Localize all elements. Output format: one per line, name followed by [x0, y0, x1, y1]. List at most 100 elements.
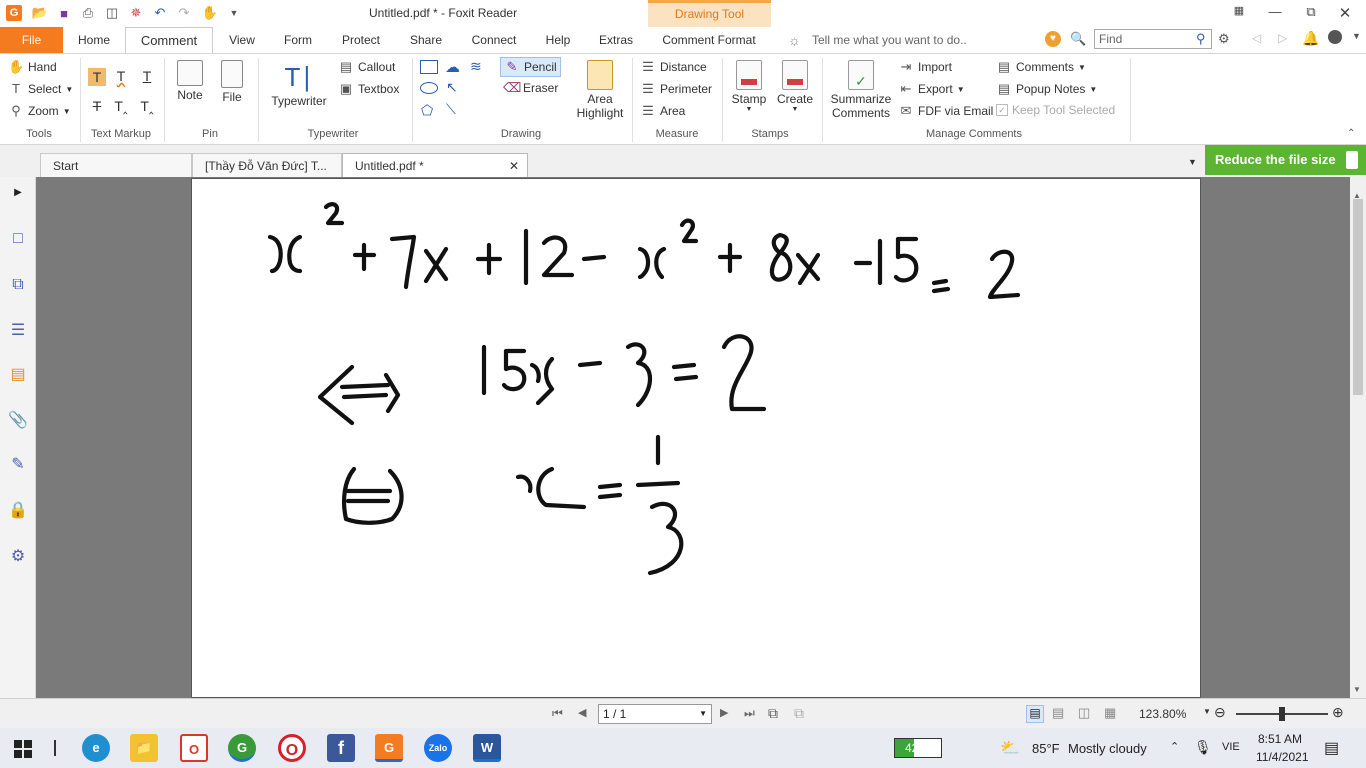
insert-text-icon[interactable]: T‸	[138, 98, 156, 116]
polyline-icon[interactable]: ≋	[470, 58, 482, 75]
pencil-button[interactable]: ✎ Pencil	[500, 57, 561, 77]
next-page-icon[interactable]: ▶	[720, 706, 728, 719]
pages-icon[interactable]: ⧉	[8, 275, 28, 295]
highlight-text-icon[interactable]: T	[88, 68, 106, 86]
tab-file[interactable]: File	[0, 27, 63, 53]
opera-icon[interactable]: O	[278, 734, 306, 762]
signature-icon[interactable]: ✎	[8, 455, 28, 475]
scrollbar-thumb[interactable]	[1353, 199, 1363, 395]
export-button[interactable]: ⇤ Export ▼	[898, 81, 965, 97]
zoom-out-icon[interactable]: ⊖	[1214, 704, 1226, 721]
user-dropdown-icon[interactable]: ▼	[1352, 31, 1361, 41]
task-view-icon[interactable]	[54, 740, 56, 756]
facing-view-icon[interactable]: ◫	[1078, 705, 1090, 721]
action-center-icon[interactable]: ▤	[1324, 738, 1339, 758]
restore-button[interactable]: ⧉	[1300, 4, 1322, 22]
office-icon[interactable]: O	[180, 734, 208, 762]
create-stamp-button[interactable]: Create ▼	[774, 60, 816, 113]
replace-text-icon[interactable]: T‸	[112, 98, 130, 116]
scan-icon[interactable]: ◫	[104, 5, 120, 21]
vertical-scrollbar[interactable]: ▲ ▼	[1350, 177, 1366, 698]
edge-browser-icon[interactable]: e	[82, 734, 110, 762]
close-tab-icon[interactable]: ✕	[509, 159, 519, 173]
zalo-icon[interactable]: Zalo	[424, 734, 452, 762]
file-explorer-icon[interactable]: 📁	[130, 734, 158, 762]
tab-comment[interactable]: Comment	[125, 27, 213, 54]
next-view-icon[interactable]: ⧉	[794, 705, 804, 722]
eraser-button[interactable]: ⌫ Eraser	[503, 80, 558, 96]
line-icon[interactable]: ⟍	[446, 101, 456, 118]
file-attach-button[interactable]: File	[214, 60, 250, 104]
clock-date[interactable]: 11/4/2021	[1256, 750, 1309, 764]
weather-cloudy-icon[interactable]: ⛅	[1000, 738, 1020, 758]
summarize-comments-button[interactable]: ✓ Summarize Comments	[828, 60, 894, 120]
callout-button[interactable]: ▤ Callout	[338, 59, 396, 75]
attachments-icon[interactable]: 📎	[8, 411, 28, 431]
foxit-taskbar-icon[interactable]: G	[375, 734, 403, 762]
tab-list-dropdown-icon[interactable]: ▼	[1188, 157, 1197, 167]
new-icon[interactable]: ✵	[128, 5, 144, 21]
tab-extras[interactable]: Extras	[592, 27, 640, 53]
tab-form[interactable]: Form	[276, 27, 320, 53]
certificate-icon[interactable]: ⚙	[8, 547, 28, 567]
tab-share[interactable]: Share	[402, 27, 450, 53]
find-input[interactable]: Find	[1094, 29, 1212, 49]
security-lock-icon[interactable]: 🔒	[8, 501, 28, 521]
clock-time[interactable]: 8:51 AM	[1258, 732, 1302, 746]
textbox-button[interactable]: ▣ Textbox	[338, 81, 400, 97]
tab-connect[interactable]: Connect	[465, 27, 523, 53]
weather-temperature[interactable]: 85°F	[1032, 741, 1060, 756]
doc-tab-untitled[interactable]: Untitled.pdf * ✕	[342, 153, 528, 177]
page-number-field[interactable]: 1 / 1 ▼	[598, 704, 712, 724]
previous-view-icon[interactable]: ⧉	[768, 705, 778, 722]
squiggly-text-icon[interactable]: T	[112, 68, 130, 86]
facebook-icon[interactable]: f	[327, 734, 355, 762]
perimeter-button[interactable]: ☰ Perimeter	[640, 81, 712, 97]
distance-button[interactable]: ☰ Distance	[640, 59, 707, 75]
save-icon[interactable]: ■	[56, 5, 72, 21]
arrow-icon[interactable]: ↖	[446, 79, 458, 96]
windows-start-icon[interactable]	[14, 740, 32, 758]
next-result-icon[interactable]: ▷	[1278, 31, 1287, 45]
pdf-page[interactable]	[191, 178, 1201, 698]
customize-quickbar-icon[interactable]: ▼	[226, 5, 242, 21]
heart-icon[interactable]: ♥	[1045, 31, 1061, 47]
comments-button[interactable]: ▤ Comments ▼	[996, 59, 1086, 75]
first-page-icon[interactable]: ⏮	[552, 706, 563, 721]
undo-icon[interactable]: ↶	[152, 5, 168, 21]
typewriter-button[interactable]: T∣ Typewriter	[266, 60, 332, 108]
close-button[interactable]: ✕	[1334, 4, 1356, 22]
open-folder-icon[interactable]: 📂	[32, 5, 48, 21]
tab-help[interactable]: Help	[537, 27, 579, 53]
ribbon-layout-icon[interactable]: ▦	[1228, 4, 1250, 22]
polygon-icon[interactable]: ⬠	[421, 102, 433, 119]
tab-view[interactable]: View	[220, 27, 264, 53]
popup-notes-button[interactable]: ▤ Popup Notes ▼	[996, 81, 1097, 97]
single-page-view-icon[interactable]: ▤	[1026, 705, 1044, 723]
hand-tool-button[interactable]: ✋ Hand	[8, 59, 57, 75]
tab-comment-format[interactable]: Comment Format	[655, 27, 763, 53]
expand-panel-icon[interactable]: ▶	[8, 183, 28, 203]
cloud-icon[interactable]: ☁	[445, 58, 460, 76]
notification-bell-icon[interactable]: 🔔	[1302, 30, 1319, 47]
zoom-dropdown-icon[interactable]: ▼	[1203, 707, 1211, 716]
tell-me-field[interactable]: Tell me what you want to do..	[812, 33, 967, 47]
zoom-tool-button[interactable]: ⚲ Zoom ▼	[8, 103, 70, 119]
find-search-icon[interactable]: ⚲	[1196, 31, 1206, 47]
user-avatar-icon[interactable]	[1328, 30, 1342, 44]
note-button[interactable]: Note	[172, 60, 208, 102]
collapse-ribbon-icon[interactable]: ⌃	[1347, 128, 1355, 139]
comments-panel-icon[interactable]: ▤	[8, 365, 28, 385]
tab-home[interactable]: Home	[66, 27, 122, 53]
settings-gear-icon[interactable]: ⚙	[1218, 31, 1230, 47]
underline-text-icon[interactable]: T	[138, 68, 156, 86]
zoom-slider-thumb[interactable]	[1279, 707, 1285, 721]
weather-condition[interactable]: Mostly cloudy	[1068, 741, 1147, 756]
fdf-email-button[interactable]: ✉ FDF via Email	[898, 103, 994, 119]
tab-protect[interactable]: Protect	[333, 27, 389, 53]
continuous-view-icon[interactable]: ▤	[1052, 705, 1064, 721]
microphone-icon[interactable]: 🎙	[1194, 739, 1212, 756]
zoom-in-icon[interactable]: ⊕	[1332, 704, 1344, 721]
oval-icon[interactable]	[420, 82, 438, 94]
battery-indicator[interactable]: 42%	[894, 738, 942, 758]
